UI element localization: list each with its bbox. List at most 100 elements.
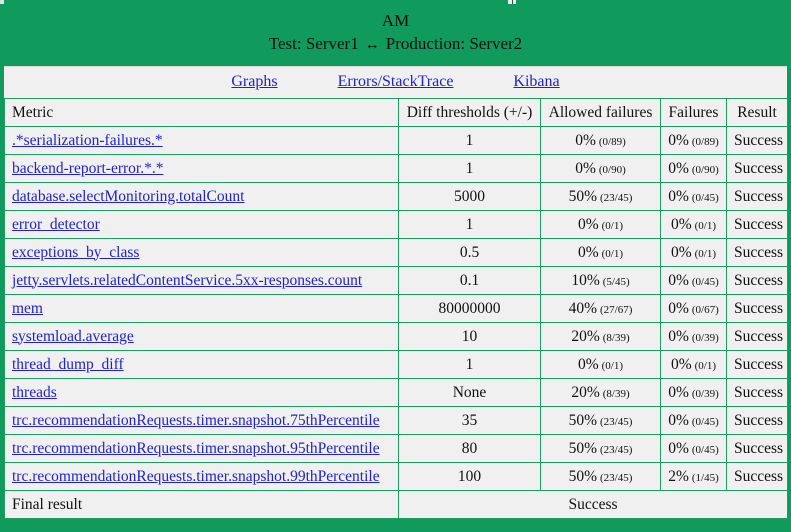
failures-percent: 0%: [668, 327, 689, 345]
column-header-failures: Failures: [660, 98, 727, 127]
table-body: .*serialization-failures.* 1 0% (0/89) 0% (0/…: [4, 126, 788, 491]
metric-link[interactable]: mem: [12, 300, 43, 317]
cell-allowed-failures: 50% (23/45): [540, 434, 661, 463]
top-edge-green-right: [516, 0, 791, 4]
nav-link-kibana[interactable]: Kibana: [513, 73, 559, 90]
metric-link[interactable]: backend-report-error.*.*: [12, 160, 163, 177]
metric-link[interactable]: systemload.average: [12, 328, 134, 345]
allowed-failures-percent: 20%: [571, 327, 600, 345]
cell-allowed-failures: 50% (23/45): [540, 462, 661, 491]
cell-diff-threshold: 1: [398, 350, 541, 379]
cell-allowed-failures: 50% (23/45): [540, 406, 661, 435]
cell-result: Success: [726, 378, 788, 407]
failures-percent: 0%: [668, 383, 689, 401]
left-right-arrow-icon: ↔: [364, 37, 380, 53]
cell-metric: exceptions_by_class: [4, 238, 399, 267]
allowed-failures-percent: 20%: [571, 383, 600, 401]
top-edge-green-left: [0, 0, 508, 4]
allowed-failures-percent: 0%: [577, 215, 599, 233]
cell-result: Success: [726, 154, 788, 183]
column-header-result: Result: [726, 98, 788, 127]
allowed-failures-fraction: (27/67): [600, 303, 633, 316]
metric-link[interactable]: .*serialization-failures.*: [12, 132, 163, 149]
table-row: database.selectMonitoring.totalCount 5000…: [4, 182, 788, 211]
allowed-failures-fraction: (0/1): [601, 359, 624, 372]
cell-diff-threshold: 0.5: [398, 238, 541, 267]
cell-result: Success: [726, 406, 788, 435]
failures-fraction: (0/45): [691, 191, 719, 204]
cell-result: Success: [726, 350, 788, 379]
failures-percent: 0%: [668, 271, 689, 289]
failures-fraction: (0/90): [691, 163, 719, 176]
metric-link[interactable]: database.selectMonitoring.totalCount: [12, 188, 244, 205]
failures-fraction: (0/1): [694, 219, 717, 232]
page-title: AM: [381, 11, 410, 30]
cell-result: Success: [726, 266, 788, 295]
cell-metric: .*serialization-failures.*: [4, 126, 399, 155]
allowed-failures-fraction: (23/45): [600, 415, 633, 428]
cell-diff-threshold: 80000000: [398, 294, 541, 323]
cell-diff-threshold: 1: [398, 154, 541, 183]
metric-link[interactable]: error_detector: [12, 216, 100, 233]
failures-fraction: (0/89): [691, 135, 719, 148]
metric-link[interactable]: exceptions_by_class: [12, 244, 139, 261]
failures-percent: 0%: [670, 215, 692, 233]
failures-fraction: (0/45): [691, 275, 719, 288]
metric-link[interactable]: trc.recommendationRequests.timer.snapsho…: [12, 412, 380, 429]
failures-percent: 0%: [670, 243, 692, 261]
final-result-value: Success: [398, 490, 788, 519]
failures-fraction: (0/45): [691, 415, 719, 428]
table-row: threads None 20% (8/39) 0% (0/39) Success: [4, 378, 788, 407]
cell-allowed-failures: 0% (0/1): [540, 350, 661, 379]
metrics-report-table: Metric Diff thresholds (+/-) Allowed fai…: [4, 98, 788, 519]
final-result-row: Final result Success: [4, 490, 788, 519]
failures-fraction: (0/39): [691, 387, 719, 400]
cell-allowed-failures: 20% (8/39): [540, 378, 661, 407]
production-server-label: Production: Server2: [385, 34, 523, 53]
failures-fraction: (0/1): [694, 359, 717, 372]
cell-failures: 0% (0/89): [660, 126, 727, 155]
failures-percent: 0%: [668, 439, 689, 457]
allowed-failures-fraction: (23/45): [600, 191, 633, 204]
cell-allowed-failures: 0% (0/1): [540, 238, 661, 267]
cell-metric: trc.recommendationRequests.timer.snapsho…: [4, 434, 399, 463]
test-server-label: Test: Server1: [268, 34, 359, 53]
final-result-label: Final result: [4, 490, 399, 519]
cell-failures: 0% (0/39): [660, 322, 727, 351]
cell-allowed-failures: 0% (0/90): [540, 154, 661, 183]
nav-link-graphs[interactable]: Graphs: [231, 73, 277, 90]
table-row: jetty.servlets.relatedContentService.5xx…: [4, 266, 788, 295]
table-row: .*serialization-failures.* 1 0% (0/89) 0% (0/…: [4, 126, 788, 155]
cell-metric: mem: [4, 294, 399, 323]
cell-metric: error_detector: [4, 210, 399, 239]
metric-link[interactable]: threads: [12, 384, 57, 401]
allowed-failures-percent: 0%: [575, 131, 596, 149]
cell-failures: 0% (0/1): [660, 210, 727, 239]
table-row: mem 80000000 40% (27/67) 0% (0/67) Success: [4, 294, 788, 323]
nav-link-errors-stacktrace[interactable]: Errors/StackTrace: [338, 73, 454, 90]
allowed-failures-percent: 0%: [575, 159, 596, 177]
allowed-failures-percent: 50%: [568, 187, 598, 205]
allowed-failures-fraction: (0/89): [598, 135, 626, 148]
metric-link[interactable]: trc.recommendationRequests.timer.snapsho…: [12, 468, 380, 485]
failures-percent: 0%: [668, 187, 689, 205]
report-page: AM Test: Server1 ↔ Production: Server2 Gra…: [0, 0, 791, 532]
allowed-failures-percent: 0%: [577, 355, 599, 373]
cell-metric: threads: [4, 378, 399, 407]
allowed-failures-percent: 50%: [568, 439, 598, 457]
failures-fraction: (0/45): [691, 443, 719, 456]
cell-diff-threshold: 10: [398, 322, 541, 351]
column-header-diff-thresholds: Diff thresholds (+/-): [398, 98, 541, 127]
top-edge-corner-notch: [0, 0, 4, 4]
cell-failures: 0% (0/67): [660, 294, 727, 323]
failures-fraction: (0/1): [694, 247, 717, 260]
metric-link[interactable]: trc.recommendationRequests.timer.snapsho…: [12, 440, 380, 457]
server-comparison-subtitle: Test: Server1 ↔ Production: Server2: [4, 32, 787, 57]
failures-percent: 0%: [668, 299, 689, 317]
failures-fraction: (0/67): [691, 303, 719, 316]
metric-link[interactable]: jetty.servlets.relatedContentService.5xx…: [12, 272, 362, 289]
failures-percent: 0%: [668, 159, 689, 177]
failures-fraction: (1/45): [691, 471, 719, 484]
cell-diff-threshold: 0.1: [398, 266, 541, 295]
metric-link[interactable]: thread_dump_diff: [12, 356, 124, 373]
